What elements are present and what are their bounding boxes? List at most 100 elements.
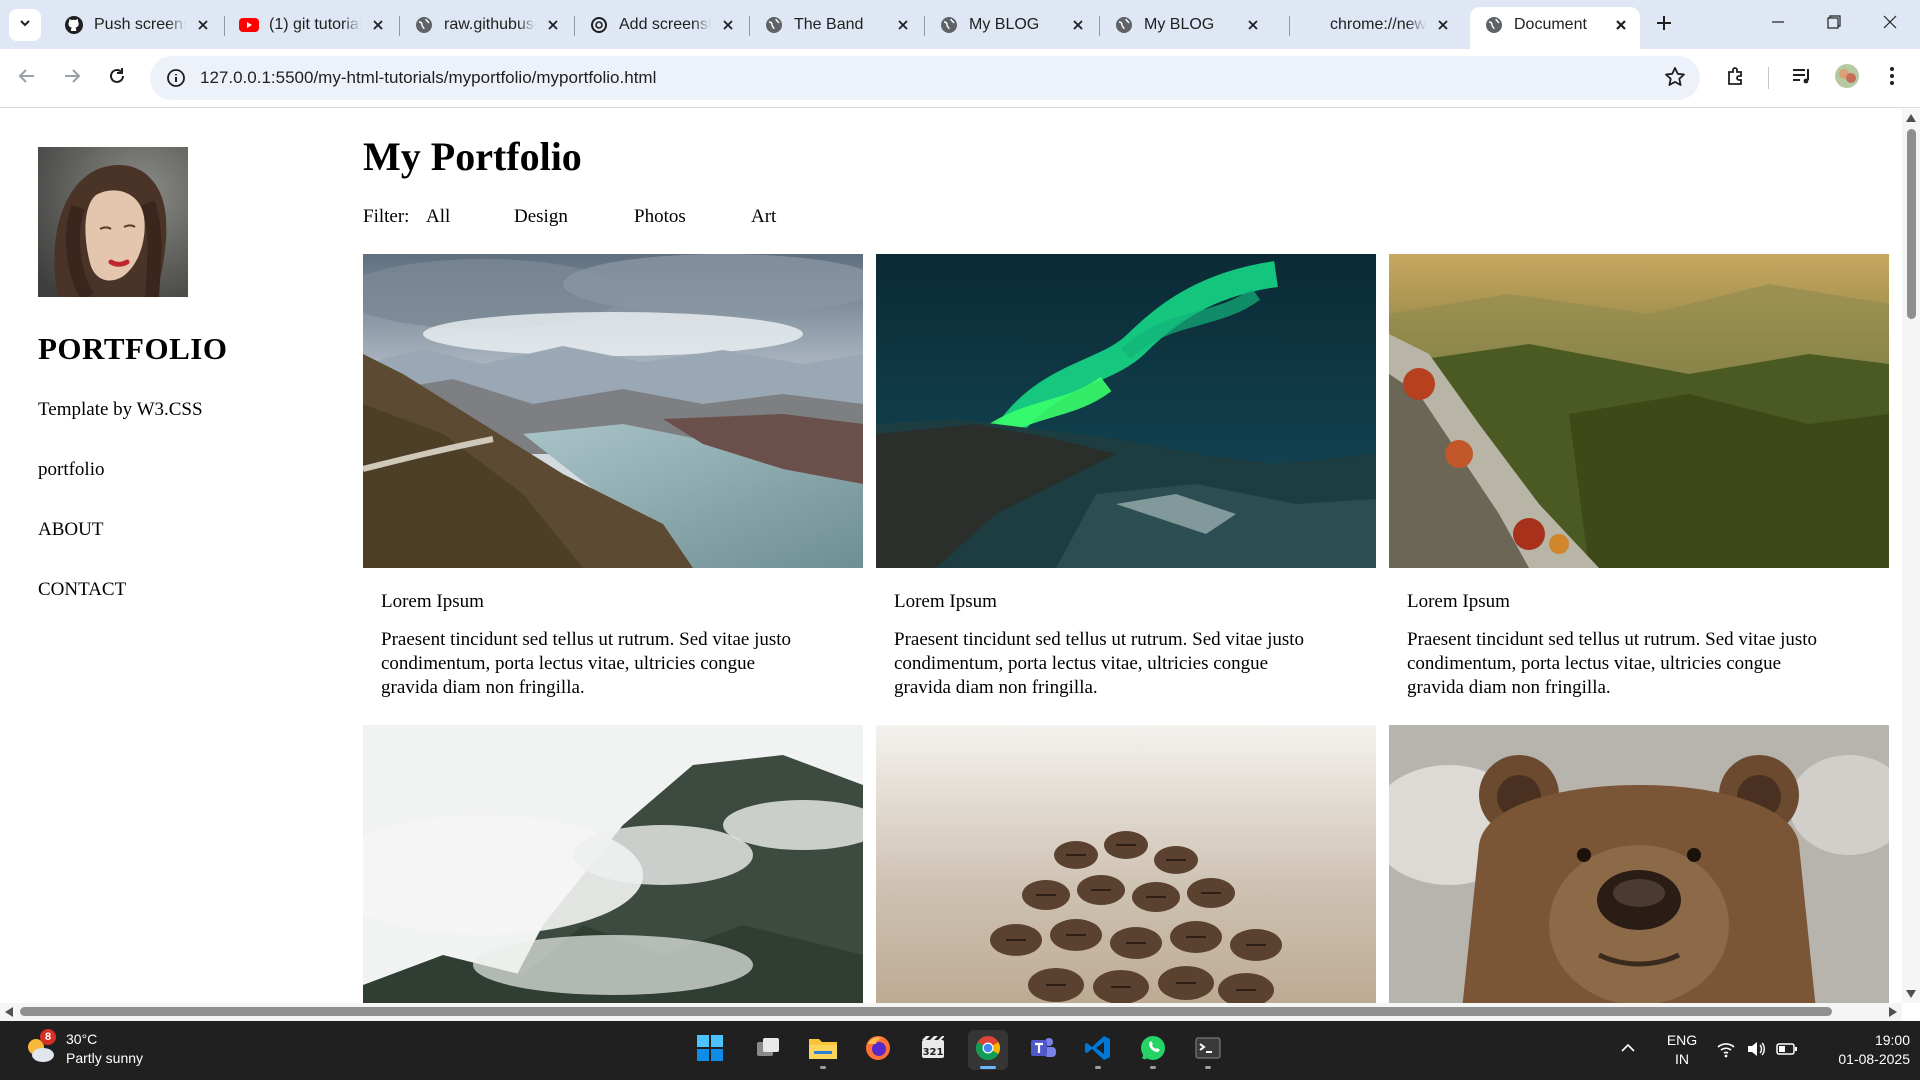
card-title: Lorem Ipsum (894, 591, 997, 612)
filter-photos-button[interactable]: Photos (634, 206, 751, 228)
wifi-icon (1716, 1039, 1736, 1064)
nav-link-about[interactable]: ABOUT (38, 519, 103, 541)
close-tab-icon[interactable] (367, 14, 389, 36)
globe-icon (1114, 15, 1134, 35)
running-indicator (1205, 1066, 1211, 1069)
nav-link-portfolio[interactable]: portfolio (38, 459, 105, 481)
restore-icon (1827, 15, 1841, 34)
system-tray-status[interactable] (1716, 1039, 1798, 1064)
url-text[interactable]: 127.0.0.1:5500/my-html-tutorials/myportf… (200, 68, 656, 88)
scroll-right-arrow[interactable] (1889, 1007, 1897, 1017)
tab-my-blog-2[interactable]: My BLOG (1100, 7, 1272, 43)
toolbar-divider (1768, 67, 1769, 89)
clock-date: 01-08-2025 (1838, 1051, 1910, 1067)
tab-git-tutorial[interactable]: (1) git tutorial (225, 7, 397, 43)
new-tab-button[interactable] (1650, 11, 1678, 39)
tab-raw-githubusercontent[interactable]: raw.githubusercontent.com (400, 7, 572, 43)
taskbar-teams[interactable] (1023, 1030, 1063, 1070)
globe-icon (939, 15, 959, 35)
taskbar-whatsapp[interactable] (1133, 1030, 1173, 1070)
arrow-right-icon (63, 67, 81, 90)
taskbar-firefox[interactable] (858, 1030, 898, 1070)
photo-northern-lights (876, 254, 1376, 568)
taskbar-file-explorer[interactable] (803, 1030, 843, 1070)
tab-title: raw.githubusercontent.com (444, 16, 536, 33)
tab-document[interactable]: Document (1470, 7, 1640, 49)
address-bar[interactable]: 127.0.0.1:5500/my-html-tutorials/myportf… (150, 56, 1700, 100)
tab-title: Push screenshots (94, 16, 186, 33)
filter-all-button[interactable]: All (426, 206, 514, 228)
card-description: Praesent tincidunt sed tellus ut rutrum.… (894, 629, 1305, 698)
running-indicator (820, 1066, 826, 1069)
tab-title: The Band (794, 16, 864, 33)
tab-push-screenshots[interactable]: Push screenshots (50, 7, 222, 43)
language-code: ENG (1666, 1032, 1698, 1048)
tab-chrome-newtab[interactable]: chrome://newtab (1290, 7, 1462, 43)
tab-my-blog-1[interactable]: My BLOG (925, 7, 1097, 43)
windows-taskbar: 8 30°C Partly sunny 321 ENG IN 19:00 01-… (0, 1021, 1920, 1080)
vertical-scrollbar[interactable] (1902, 109, 1920, 1003)
browser-menu-button[interactable] (1876, 62, 1908, 94)
tab-the-band[interactable]: The Band (750, 7, 922, 43)
scroll-left-arrow[interactable] (5, 1007, 13, 1017)
horizontal-scrollbar[interactable] (0, 1003, 1902, 1021)
card-description: Praesent tincidunt sed tellus ut rutrum.… (381, 629, 792, 698)
close-tab-icon[interactable] (1067, 14, 1089, 36)
photo-coffee-beans (876, 725, 1376, 1003)
running-indicator (980, 1066, 996, 1069)
tab-add-screenshots[interactable]: Add screenshots (575, 7, 747, 43)
language-indicator[interactable]: ENG IN (1664, 1031, 1700, 1069)
browser-toolbar: 127.0.0.1:5500/my-html-tutorials/myportf… (0, 49, 1920, 108)
back-button[interactable] (11, 62, 43, 94)
taskbar-clipchamp[interactable]: 321 (913, 1030, 953, 1070)
vscode-icon (1084, 1034, 1112, 1067)
puzzle-icon (1725, 65, 1747, 92)
horizontal-scroll-thumb[interactable] (20, 1007, 1832, 1016)
restore-button[interactable] (1806, 0, 1862, 49)
scroll-up-arrow[interactable] (1906, 114, 1916, 122)
globe-icon (1484, 15, 1504, 35)
youtube-icon (239, 15, 259, 35)
weather-widget[interactable]: 8 30°C Partly sunny (24, 1029, 143, 1068)
weather-temp: 30°C (66, 1031, 98, 1047)
start-button[interactable] (690, 1030, 730, 1070)
teams-icon (1029, 1034, 1057, 1067)
tab-search-button[interactable] (9, 9, 41, 41)
globe-icon (764, 15, 784, 35)
template-credit: Template by W3.CSS (38, 399, 203, 420)
whatsapp-icon (1139, 1034, 1167, 1067)
filter-design-button[interactable]: Design (514, 206, 634, 228)
tab-title: (1) git tutorial (269, 16, 361, 33)
site-info-icon[interactable] (154, 68, 198, 88)
reload-button[interactable] (101, 62, 133, 94)
minimize-button[interactable] (1750, 0, 1806, 49)
vertical-scroll-thumb[interactable] (1907, 129, 1916, 319)
taskbar-chrome[interactable] (968, 1030, 1008, 1070)
media-controls-button[interactable] (1786, 62, 1818, 94)
close-tab-icon[interactable] (1242, 14, 1264, 36)
close-tab-icon[interactable] (192, 14, 214, 36)
filter-art-button[interactable]: Art (751, 206, 776, 228)
close-tab-icon[interactable] (1610, 14, 1632, 36)
close-tab-icon[interactable] (717, 14, 739, 36)
forward-button[interactable] (56, 62, 88, 94)
scroll-down-arrow[interactable] (1906, 990, 1916, 998)
photo-mountain-lake (363, 254, 863, 568)
taskbar-terminal[interactable] (1188, 1030, 1228, 1070)
close-tab-icon[interactable] (1432, 14, 1454, 36)
taskbar-vscode[interactable] (1078, 1030, 1118, 1070)
close-tab-icon[interactable] (892, 14, 914, 36)
chevron-down-icon (18, 16, 32, 35)
extensions-button[interactable] (1720, 62, 1752, 94)
bookmark-star-icon[interactable] (1664, 66, 1686, 93)
close-tab-icon[interactable] (542, 14, 564, 36)
profile-avatar-button[interactable] (1831, 62, 1863, 94)
tab-strip: Push screenshots (1) git tutorial raw.gi… (0, 0, 1920, 49)
clock[interactable]: 19:00 01-08-2025 (1810, 1031, 1910, 1069)
globe-icon (414, 15, 434, 35)
close-window-button[interactable] (1862, 0, 1918, 49)
task-view-button[interactable] (748, 1030, 788, 1070)
show-hidden-icons-button[interactable] (1620, 1040, 1636, 1061)
playlist-icon (1791, 65, 1813, 92)
nav-link-contact[interactable]: CONTACT (38, 579, 126, 601)
